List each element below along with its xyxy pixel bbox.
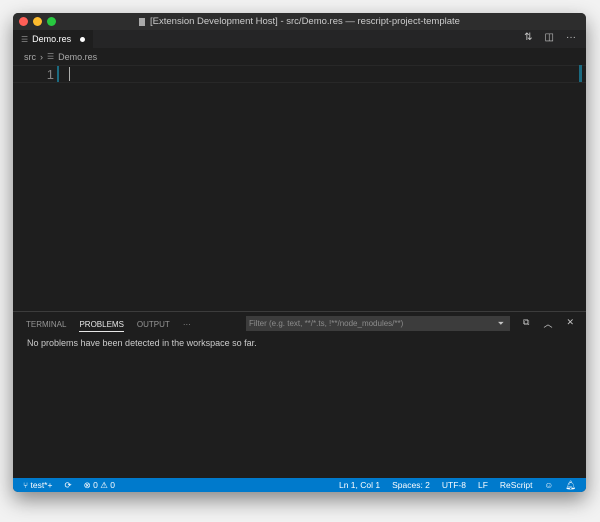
zoom-window-button[interactable]	[47, 17, 56, 26]
editor-line[interactable]: 1	[13, 65, 586, 83]
branch-item[interactable]: ⑂ test*+	[23, 480, 52, 490]
file-icon: ☰	[47, 52, 55, 61]
encoding[interactable]: UTF-8	[442, 480, 466, 490]
compare-changes-icon[interactable]: ⇅	[524, 32, 532, 43]
unsaved-dot-icon[interactable]	[80, 36, 86, 42]
editor-area[interactable]: 1	[13, 65, 586, 310]
cursor-position[interactable]: Ln 1, Col 1	[339, 480, 380, 490]
gutter-change-marker	[57, 66, 59, 82]
sync-icon[interactable]: ⟳	[64, 480, 71, 491]
branch-name: test*+	[30, 480, 53, 490]
tab-label: Demo.res	[32, 34, 72, 44]
document-icon	[139, 17, 146, 26]
warning-icon: ⚠	[100, 479, 108, 490]
window-title: [Extension Development Host] - src/Demo.…	[150, 16, 460, 27]
feedback-icon[interactable]: ☺	[545, 480, 554, 490]
error-count: 0	[93, 479, 98, 490]
chevron-right-icon: ›	[40, 51, 43, 62]
tab-terminal[interactable]: TERMINAL	[26, 320, 66, 329]
line-number: 1	[46, 66, 54, 82]
title-bar: [Extension Development Host] - src/Demo.…	[13, 13, 586, 30]
close-window-button[interactable]	[19, 17, 28, 26]
problems-message: No problems have been detected in the wo…	[27, 338, 257, 348]
bottom-panel: TERMINAL PROBLEMS OUTPUT ··· Filter (e.g…	[13, 311, 586, 478]
error-icon: ⊗	[83, 479, 91, 490]
problems-filter-input[interactable]: Filter (e.g. text, **/*.ts, !**/node_mod…	[246, 316, 510, 331]
filter-icon[interactable]: ⏷	[498, 319, 504, 329]
tab-output[interactable]: OUTPUT	[137, 320, 170, 329]
breadcrumb: src › ☰ Demo.res	[13, 48, 586, 65]
more-panels-icon[interactable]: ···	[183, 320, 191, 329]
tab-demo-res[interactable]: ☰ Demo.res	[13, 30, 94, 48]
filter-placeholder: Filter (e.g. text, **/*.ts, !**/node_mod…	[249, 319, 404, 328]
problems-status[interactable]: ⊗ 0 ⚠ 0	[84, 480, 115, 491]
overview-ruler[interactable]	[579, 65, 582, 82]
tab-problems[interactable]: PROBLEMS	[79, 320, 124, 332]
notifications-icon[interactable]: 🔔︎	[565, 480, 576, 491]
git-branch-icon: ⑂	[23, 480, 29, 490]
split-editor-icon[interactable]: ◫	[545, 32, 554, 43]
indentation[interactable]: Spaces: 2	[392, 480, 430, 490]
maximize-panel-icon[interactable]: ︿	[543, 317, 552, 330]
breadcrumb-file[interactable]: Demo.res	[58, 52, 97, 62]
status-bar: ⑂ test*+ ⟳ ⊗ 0 ⚠ 0 Ln 1, Col 1 Spaces: 2…	[13, 478, 586, 492]
close-panel-icon[interactable]: ✕	[566, 317, 574, 330]
language-mode[interactable]: ReScript	[500, 480, 533, 490]
warning-count: 0	[110, 479, 115, 490]
minimize-window-button[interactable]	[33, 17, 42, 26]
vscode-window: [Extension Development Host] - src/Demo.…	[13, 13, 586, 492]
end-of-line[interactable]: LF	[478, 480, 488, 490]
more-actions-icon[interactable]: ···	[566, 32, 576, 43]
file-icon: ☰	[21, 34, 29, 44]
text-cursor	[69, 67, 70, 81]
breadcrumb-folder[interactable]: src	[24, 52, 36, 62]
collapse-all-icon[interactable]: ⧉	[523, 317, 529, 330]
editor-tab-bar: ☰ Demo.res ⇅ ◫ ···	[13, 30, 586, 48]
